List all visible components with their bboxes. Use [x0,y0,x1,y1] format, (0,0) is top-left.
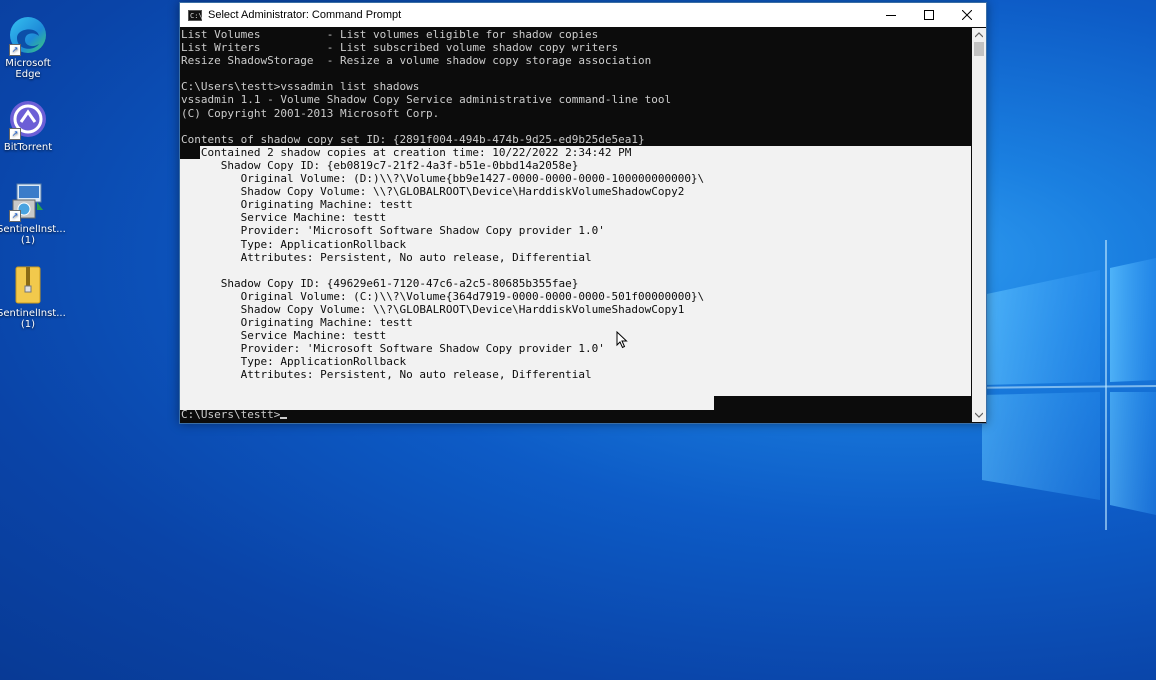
console-line: Provider: 'Microsoft Software Shadow Cop… [181,224,605,238]
console-line: Shadow Copy Volume: \\?\GLOBALROOT\Devic… [181,185,685,199]
zip-folder-icon [7,264,49,306]
desktop-icon-label: (1) [20,319,36,330]
console-line: C:\Users\testt>vssadmin list shadows [181,80,420,94]
desktop-icon-label: Edge [15,69,41,80]
maximize-icon [924,10,934,20]
cmd-app-icon: C:\ [188,9,203,21]
shortcut-arrow-icon: ↗ [9,210,21,222]
desktop-icon-bittorrent[interactable]: ↗ BitTorrent [0,98,59,153]
console-line: Type: ApplicationRollback [181,355,407,369]
installer-icon: ↗ [7,180,49,222]
console-line: vssadmin 1.1 - Volume Shadow Copy Servic… [181,93,672,107]
mouse-pointer-icon [616,331,628,349]
console-line: (C) Copyright 2001-2013 Microsoft Corp. [181,106,440,120]
console-line: Shadow Copy ID: {eb0819c7-21f2-4a3f-b51e… [181,158,579,172]
console-line: Contents of shadow copy set ID: {2891f00… [181,132,645,146]
desktop-icon-label: SentinelInst... [0,224,66,235]
chevron-down-icon [975,412,983,418]
console-line: Originating Machine: testt [181,316,413,330]
close-button[interactable] [948,3,986,27]
chevron-up-icon [975,32,983,38]
console-scrollbar[interactable] [972,28,986,422]
desktop-icon-label: Microsoft [5,58,51,69]
desktop-icon-label: BitTorrent [3,142,53,153]
console-line: Attributes: Persistent, No auto release,… [181,368,592,382]
console-line: Shadow Copy Volume: \\?\GLOBALROOT\Devic… [181,302,685,316]
desktop-icon-sentinel-installer[interactable]: ↗ SentinelInst... (1) [0,180,66,246]
desktop-icon-sentinel-zip[interactable]: SentinelInst... (1) [0,264,66,330]
scrollbar-thumb[interactable] [974,42,984,56]
minimize-button[interactable] [872,3,910,27]
console-line: List Writers - List subscribed volume sh… [181,41,619,55]
scroll-up-button[interactable] [972,28,986,42]
scroll-down-button[interactable] [972,408,986,422]
command-prompt-window[interactable]: C:\ Select Administrator: Command Prompt… [179,2,987,424]
console-line: Attributes: Persistent, No auto release,… [181,250,592,264]
console-line: Original Volume: (D:)\\?\Volume{bb9e1427… [181,172,705,186]
desktop-icon-edge[interactable]: ↗ Microsoft Edge [0,14,59,80]
window-titlebar[interactable]: C:\ Select Administrator: Command Prompt [180,3,986,27]
console-line: List Volumes - List volumes eligible for… [181,28,599,41]
console-line: Resize ShadowStorage - Resize a volume s… [181,54,652,68]
desktop-icon-label: (1) [20,235,36,246]
console-line: Shadow Copy ID: {49629e61-7120-47c6-a2c5… [181,276,579,290]
window-title: Select Administrator: Command Prompt [208,9,402,21]
bittorrent-icon: ↗ [7,98,49,140]
console-output[interactable]: List Volumes - List volumes eligible for… [180,28,971,422]
minimize-icon [886,15,896,16]
prompt-line: C:\Users\testt> [180,408,704,421]
shortcut-arrow-icon: ↗ [9,44,21,56]
maximize-button[interactable] [910,3,948,27]
console-line: Originating Machine: testt [181,198,413,212]
console-line: Contained 2 shadow copies at creation ti… [181,145,632,159]
close-icon [962,10,972,20]
windows-logo-wallpaper [960,240,1156,530]
shortcut-arrow-icon: ↗ [9,128,21,140]
desktop-icon-label: SentinelInst... [0,308,66,319]
console-line: Service Machine: testt [181,211,387,225]
text-cursor [280,416,288,419]
console-line: Original Volume: (C:)\\?\Volume{364d7919… [181,289,705,303]
edge-icon: ↗ [7,14,49,56]
console-line: Type: ApplicationRollback [181,237,407,251]
